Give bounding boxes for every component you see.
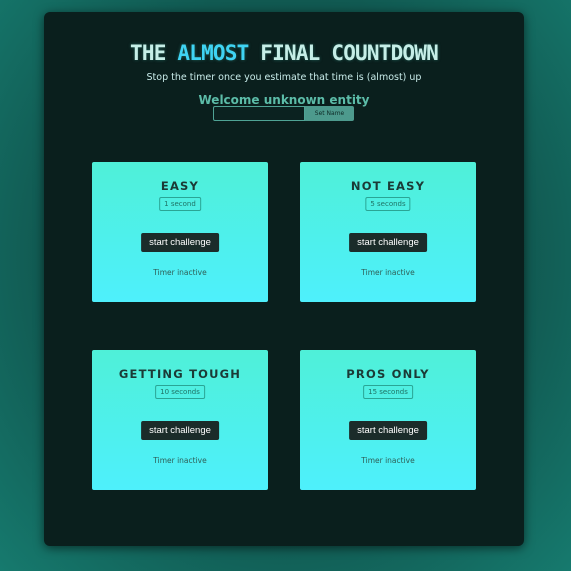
- page-title: THE ALMOST FINAL COUNTDOWN: [44, 41, 524, 65]
- challenge-title: PROS ONLY: [346, 367, 430, 381]
- app-panel: THE ALMOST FINAL COUNTDOWN Stop the time…: [44, 12, 524, 546]
- title-accent: ALMOST: [177, 41, 249, 65]
- challenge-card-not-easy: NOT EASY 5 seconds start challenge Timer…: [300, 162, 476, 302]
- challenge-title: EASY: [160, 179, 200, 193]
- name-input[interactable]: [213, 106, 305, 121]
- challenge-duration-badge: 10 seconds: [155, 385, 205, 399]
- timer-status: Timer inactive: [361, 456, 415, 465]
- title-suffix: FINAL COUNTDOWN: [248, 41, 438, 65]
- challenge-duration-badge: 1 second: [159, 197, 201, 211]
- start-challenge-button[interactable]: start challenge: [349, 421, 427, 440]
- start-challenge-button[interactable]: start challenge: [141, 421, 219, 440]
- subtitle: Stop the timer once you estimate that ti…: [146, 72, 422, 83]
- title-prefix: THE: [130, 41, 178, 65]
- challenge-card-pros-only: PROS ONLY 15 seconds start challenge Tim…: [300, 350, 476, 490]
- challenge-card-getting-tough: GETTING TOUGH 10 seconds start challenge…: [92, 350, 268, 490]
- challenge-title: GETTING TOUGH: [118, 367, 242, 381]
- challenge-title: NOT EASY: [350, 179, 426, 193]
- welcome-message: Welcome unknown entity: [198, 93, 370, 107]
- challenge-card-easy: EASY 1 second start challenge Timer inac…: [92, 162, 268, 302]
- set-name-button[interactable]: Set Name: [305, 106, 354, 121]
- start-challenge-button[interactable]: start challenge: [141, 233, 219, 252]
- name-form: Set Name: [213, 106, 354, 121]
- start-challenge-button[interactable]: start challenge: [349, 233, 427, 252]
- timer-status: Timer inactive: [153, 268, 207, 277]
- timer-status: Timer inactive: [153, 456, 207, 465]
- timer-status: Timer inactive: [361, 268, 415, 277]
- challenge-duration-badge: 5 seconds: [365, 197, 411, 211]
- challenge-duration-badge: 15 seconds: [363, 385, 413, 399]
